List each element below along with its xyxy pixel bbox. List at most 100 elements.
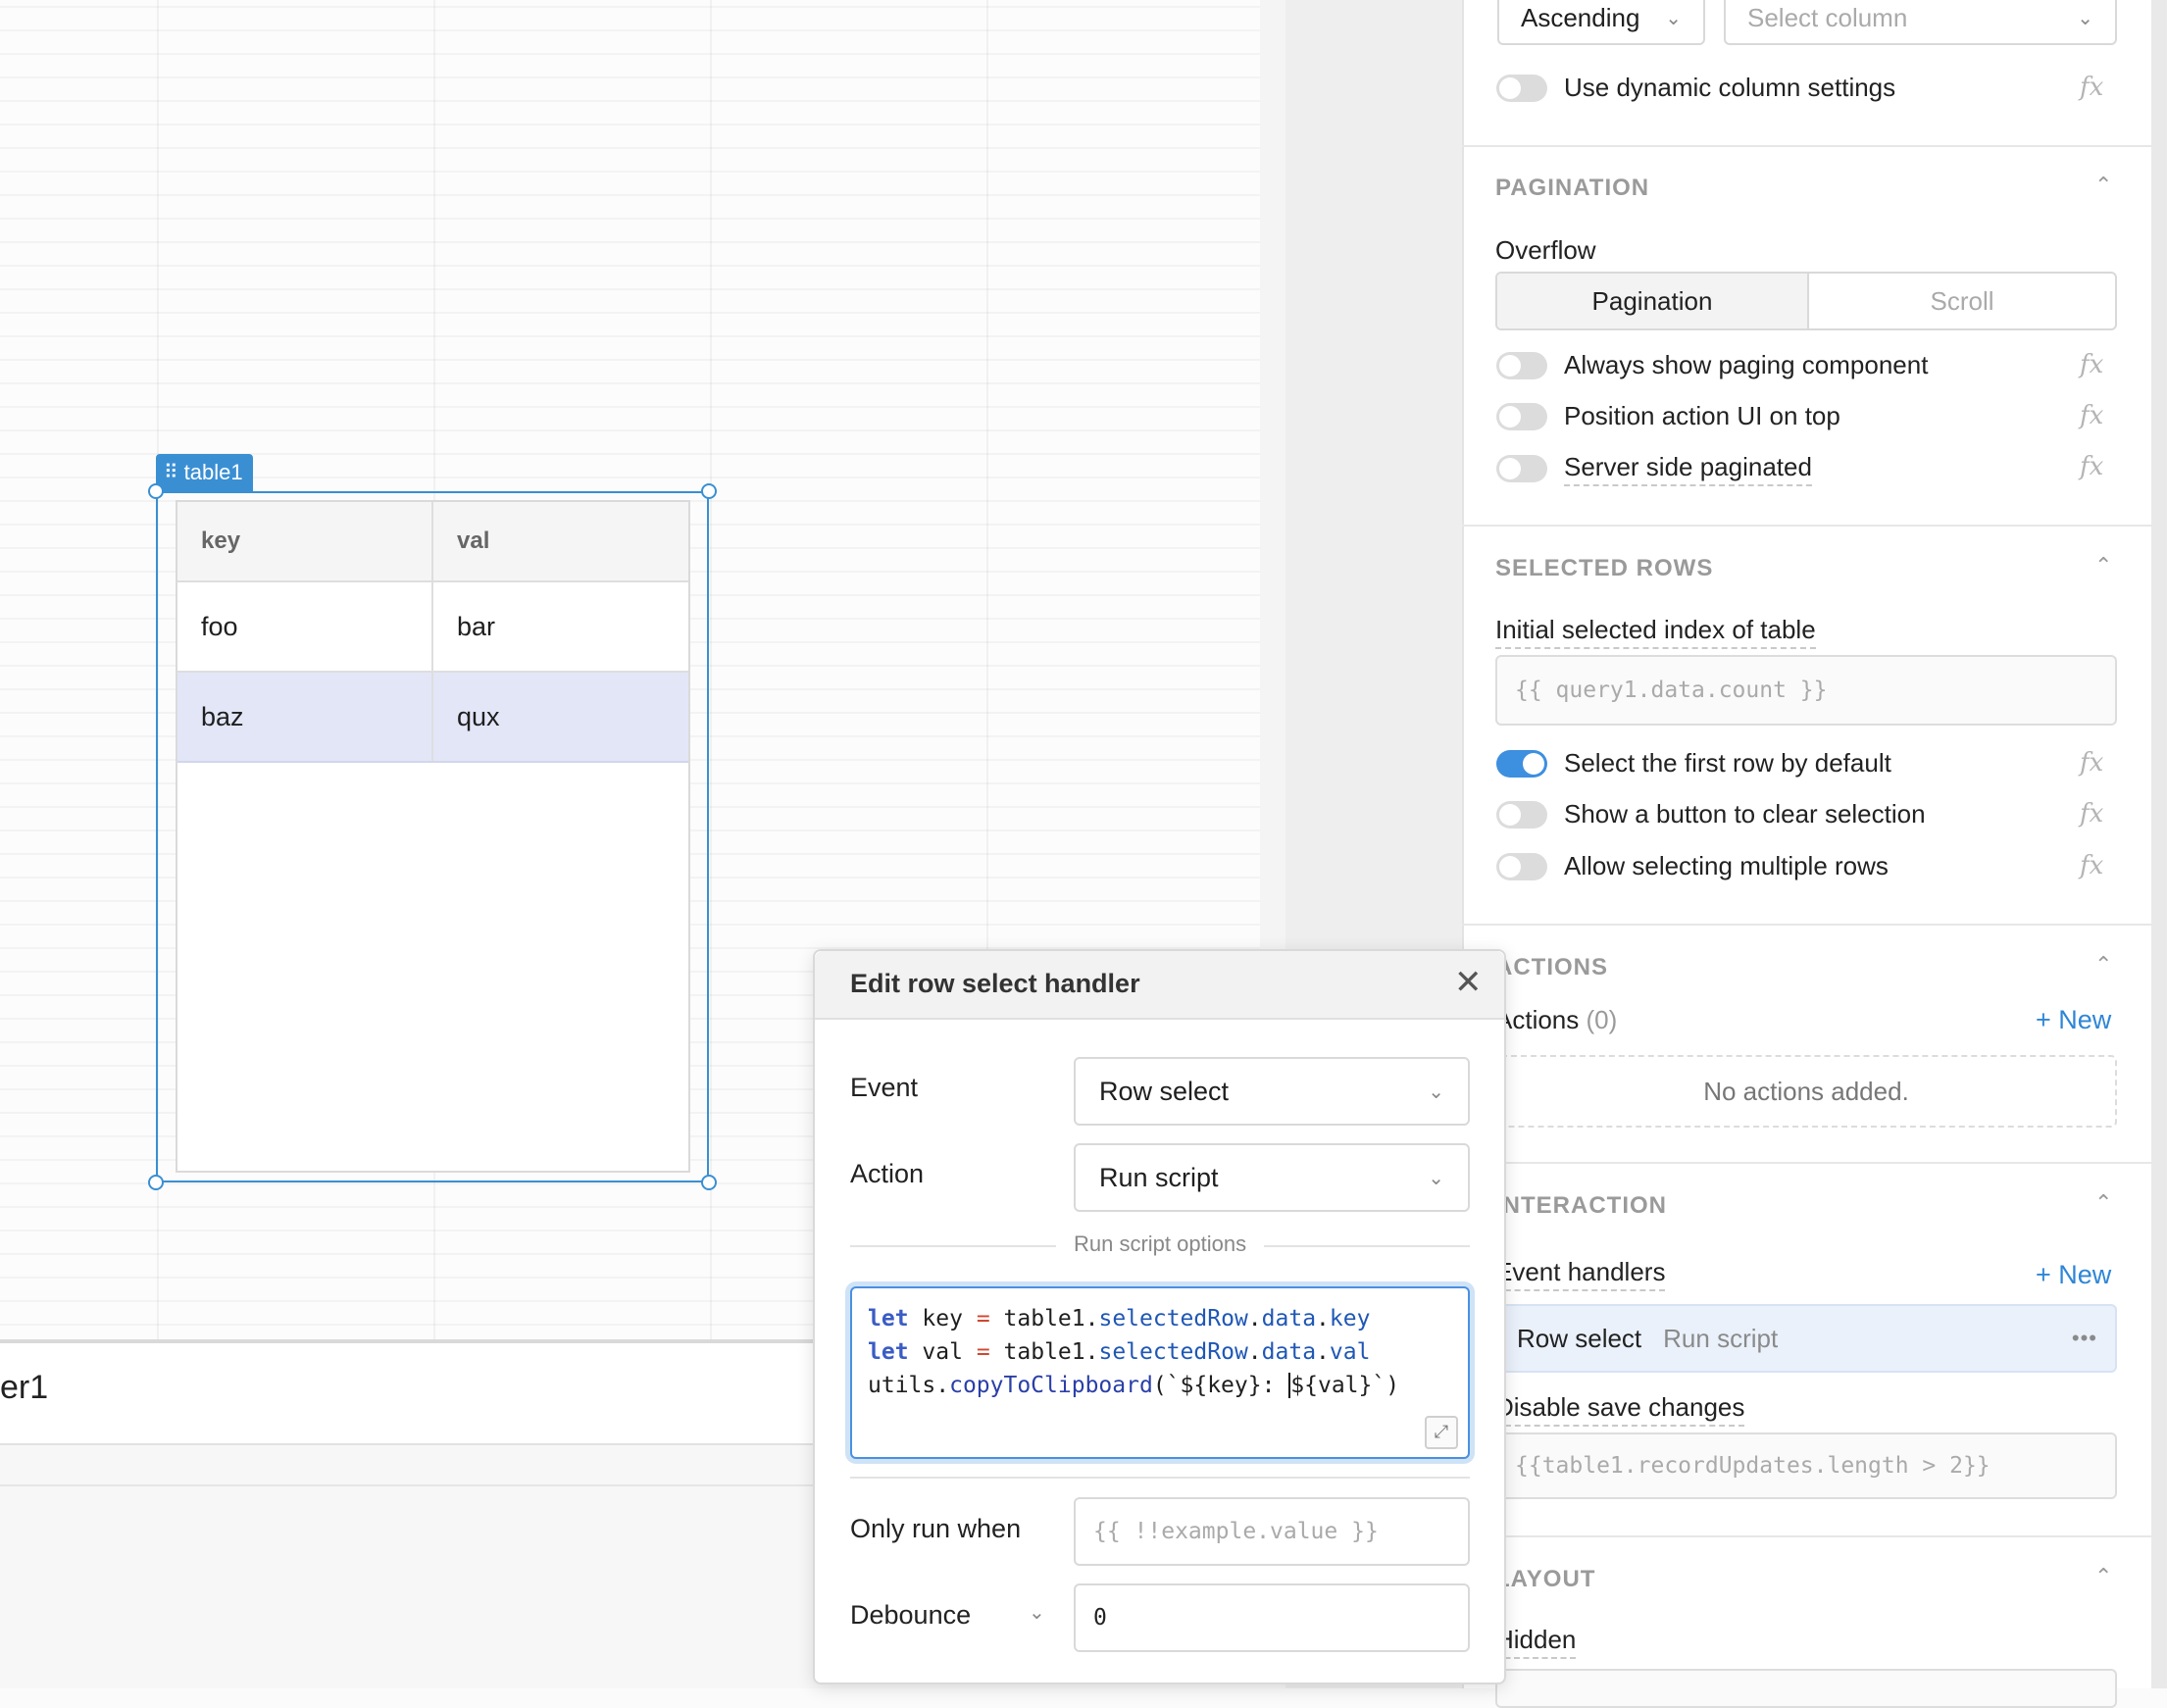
table-cell[interactable]: bar — [433, 582, 688, 671]
component-tag[interactable]: ⠿ table1 — [156, 454, 253, 491]
divider — [1462, 1535, 2151, 1537]
event-handlers-label: Event handlers — [1495, 1257, 1666, 1291]
action-value: Run script — [1099, 1162, 1219, 1192]
toggle-label: Server side paginated — [1564, 452, 1812, 486]
sort-column-placeholder: Select column — [1747, 2, 1908, 32]
divider — [1462, 145, 2151, 147]
handler-event: Row select — [1517, 1323, 1642, 1353]
segment-pagination[interactable]: Pagination — [1497, 274, 1809, 328]
section-title-interaction[interactable]: INTERACTION — [1495, 1192, 1667, 1220]
handler-action: Run script — [1663, 1323, 1779, 1353]
sort-column-select[interactable]: Select column ⌄ — [1724, 0, 2117, 45]
toggle-label: Select the first row by default — [1564, 748, 1891, 778]
table-cell[interactable]: baz — [177, 673, 433, 761]
fx-icon[interactable]: fx — [2080, 73, 2103, 102]
fx-icon[interactable]: fx — [2080, 452, 2103, 481]
chevron-down-icon: ⌄ — [1428, 1167, 1444, 1189]
event-select[interactable]: Row select ⌄ — [1074, 1057, 1470, 1126]
action-label: Action — [850, 1159, 925, 1188]
table-header-row: key val — [177, 502, 688, 582]
event-value: Row select — [1099, 1076, 1230, 1106]
toggle-label: Show a button to clear selection — [1564, 799, 1926, 829]
chevron-up-icon[interactable]: ⌃ — [2094, 1190, 2112, 1216]
debounce-label: Debounce — [850, 1600, 972, 1630]
chevron-down-icon: ⌄ — [1428, 1080, 1444, 1103]
fx-icon[interactable]: fx — [2080, 799, 2103, 829]
modal-title: Edit row select handler — [850, 969, 1140, 998]
code-line: let key = table1.selectedRow.data.key — [868, 1306, 1371, 1331]
toggle-label: Use dynamic column settings — [1564, 73, 1896, 102]
column-header-val[interactable]: val — [433, 502, 688, 580]
code-line: let val = table1.selectedRow.data.val — [868, 1339, 1371, 1365]
toggle-position-action-ui[interactable] — [1496, 403, 1547, 430]
only-run-when-input[interactable]: {{ !!example.value }} — [1074, 1497, 1470, 1566]
script-editor[interactable]: let key = table1.selectedRow.data.key le… — [850, 1286, 1470, 1459]
divider — [1462, 1162, 2151, 1164]
chevron-down-icon: ⌄ — [1665, 7, 1682, 29]
section-title-actions[interactable]: ACTIONS — [1495, 954, 1608, 981]
resize-handle-top-right[interactable] — [701, 483, 717, 499]
divider — [1462, 924, 2151, 926]
toggle-multiple-rows[interactable] — [1496, 853, 1547, 880]
chevron-up-icon[interactable]: ⌃ — [2094, 1564, 2112, 1589]
hidden-label: Hidden — [1495, 1625, 1577, 1659]
code-line: utils.copyToClipboard(`${key}: ${val}`) — [868, 1373, 1400, 1398]
toggle-dynamic-columns[interactable] — [1496, 75, 1547, 102]
table-cell[interactable]: foo — [177, 582, 433, 671]
sort-direction-value: Ascending — [1521, 2, 1640, 32]
event-handler-item[interactable]: Row select Run script ••• — [1495, 1304, 2117, 1373]
close-icon[interactable]: ✕ — [1454, 963, 1483, 1002]
edit-handler-modal: Edit row select handler ✕ Event Row sele… — [813, 949, 1506, 1684]
disable-save-label: Disable save changes — [1495, 1392, 1745, 1427]
initial-index-input[interactable]: {{ query1.data.count }} — [1495, 655, 2117, 726]
only-run-when-label: Only run when — [850, 1514, 1022, 1543]
more-icon[interactable]: ••• — [2072, 1326, 2097, 1351]
chevron-up-icon[interactable]: ⌃ — [2094, 952, 2112, 978]
table-row[interactable]: foo bar — [177, 582, 688, 673]
event-label: Event — [850, 1073, 919, 1102]
resize-handle-top-left[interactable] — [148, 483, 164, 499]
scrollbar-track[interactable] — [2151, 0, 2167, 1688]
divider — [1462, 525, 2151, 527]
chevron-down-icon[interactable]: ⌄ — [1029, 1600, 1045, 1625]
column-header-key[interactable]: key — [177, 502, 433, 580]
toggle-clear-selection-button[interactable] — [1496, 801, 1547, 829]
toggle-label: Allow selecting multiple rows — [1564, 851, 1889, 880]
resize-handle-bottom-right[interactable] — [701, 1175, 717, 1190]
expand-icon[interactable]: ⤢ — [1425, 1416, 1458, 1449]
divider — [850, 1477, 1470, 1479]
toggle-server-side-paginated[interactable] — [1496, 455, 1547, 482]
hidden-input[interactable] — [1495, 1669, 2117, 1708]
drag-handle-icon[interactable]: ⠿ — [164, 454, 178, 491]
new-action-link[interactable]: + New — [2036, 1005, 2111, 1035]
bottom-panel-title[interactable]: er1 — [0, 1369, 48, 1407]
fx-icon[interactable]: fx — [2080, 401, 2103, 430]
toggle-always-show-paging[interactable] — [1496, 352, 1547, 379]
actions-count: (0) — [1586, 1005, 1618, 1034]
component-name: table1 — [183, 460, 243, 484]
actions-empty-state: No actions added. — [1495, 1055, 2117, 1128]
chevron-up-icon[interactable]: ⌃ — [2094, 553, 2112, 578]
table-cell[interactable]: qux — [433, 673, 688, 761]
section-title-selected-rows[interactable]: SELECTED ROWS — [1495, 555, 1713, 582]
disable-save-input[interactable]: {{table1.recordUpdates.length > 2}} — [1495, 1432, 2117, 1499]
section-title-pagination[interactable]: PAGINATION — [1495, 175, 1649, 202]
overflow-label: Overflow — [1495, 235, 1596, 265]
actions-label: Actions (0) — [1495, 1005, 1617, 1035]
action-select[interactable]: Run script ⌄ — [1074, 1143, 1470, 1212]
table-row-selected[interactable]: baz qux — [177, 673, 688, 763]
section-title-layout[interactable]: LAYOUT — [1495, 1566, 1595, 1593]
debounce-input[interactable]: 0 — [1074, 1583, 1470, 1652]
sort-direction-select[interactable]: Ascending ⌄ — [1497, 0, 1705, 45]
chevron-up-icon[interactable]: ⌃ — [2094, 173, 2112, 198]
fx-icon[interactable]: fx — [2080, 748, 2103, 778]
overflow-segmented-control: Pagination Scroll — [1495, 272, 2117, 330]
initial-index-label: Initial selected index of table — [1495, 615, 1816, 649]
toggle-select-first-row[interactable] — [1496, 750, 1547, 778]
fx-icon[interactable]: fx — [2080, 350, 2103, 379]
resize-handle-bottom-left[interactable] — [148, 1175, 164, 1190]
segment-scroll[interactable]: Scroll — [1809, 274, 2115, 328]
table-component: key val foo bar baz qux — [176, 500, 690, 1173]
fx-icon[interactable]: fx — [2080, 851, 2103, 880]
new-event-handler-link[interactable]: + New — [2036, 1260, 2111, 1290]
